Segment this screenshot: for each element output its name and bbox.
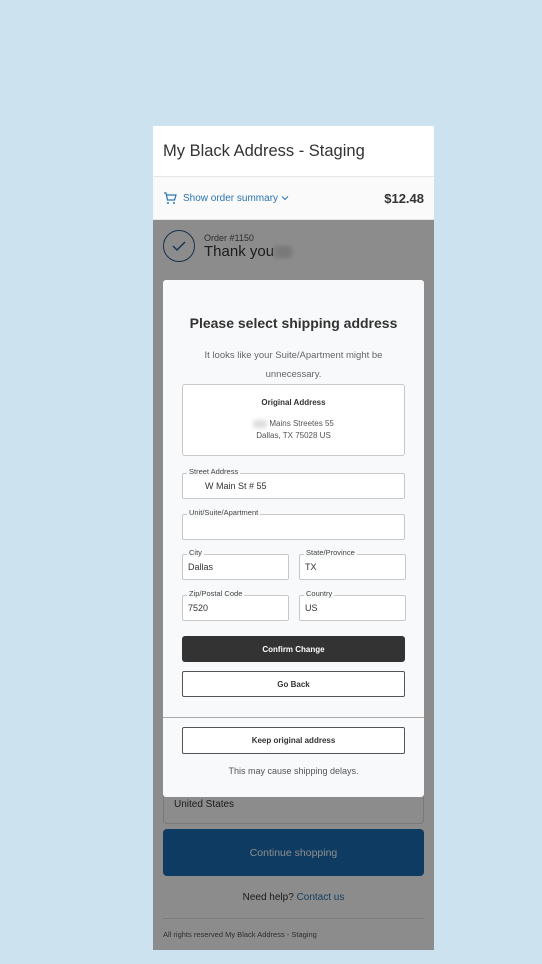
unit-label: Unit/Suite/Apartment	[187, 508, 261, 517]
city-field: City	[182, 548, 289, 580]
city-label: City	[187, 548, 204, 557]
confirm-change-button[interactable]: Confirm Change	[182, 636, 405, 662]
show-order-summary-label: Show order summary	[183, 192, 279, 204]
unit-field: Unit/Suite/Apartment	[182, 508, 405, 540]
shipping-address-modal: Please select shipping address It looks …	[163, 280, 424, 797]
show-order-summary-toggle[interactable]: Show order summary	[163, 191, 289, 205]
state-field: State/Province	[299, 548, 406, 580]
country-input[interactable]	[300, 596, 405, 620]
store-header: My Black Address - Staging	[153, 126, 434, 176]
original-address-line2: Dallas, TX 75028 US	[256, 431, 331, 440]
unit-input[interactable]	[183, 515, 404, 539]
country-label: Country	[304, 589, 335, 598]
street-address-input[interactable]	[183, 474, 404, 498]
go-back-button[interactable]: Go Back	[182, 671, 405, 697]
street-address-label: Street Address	[187, 467, 241, 476]
modal-divider	[163, 717, 424, 718]
original-address-card: Original Address Mains Streetes 55 Dalla…	[182, 384, 405, 456]
order-total: $12.48	[384, 190, 424, 206]
chevron-down-icon	[281, 196, 289, 201]
country-field: Country	[299, 589, 406, 621]
cart-icon	[164, 191, 177, 204]
store-title[interactable]: My Black Address - Staging	[163, 142, 365, 161]
state-input[interactable]	[300, 555, 405, 579]
order-summary-bar: Show order summary $12.48	[153, 176, 434, 220]
keep-original-address-button[interactable]: Keep original address	[182, 727, 405, 754]
zip-label: Zip/Postal Code	[187, 589, 245, 598]
original-address-heading: Original Address	[261, 398, 326, 407]
original-address-line1: Mains Streetes 55	[183, 419, 404, 428]
zip-input[interactable]	[183, 596, 288, 620]
zip-field: Zip/Postal Code	[182, 589, 289, 621]
modal-title: Please select shipping address	[189, 315, 398, 331]
shipping-delay-note: This may cause shipping delays.	[228, 766, 359, 776]
city-input[interactable]	[183, 555, 288, 579]
state-label: State/Province	[304, 548, 357, 557]
street-address-field: Street Address	[182, 467, 405, 499]
modal-description: It looks like your Suite/Apartment might…	[204, 350, 383, 380]
